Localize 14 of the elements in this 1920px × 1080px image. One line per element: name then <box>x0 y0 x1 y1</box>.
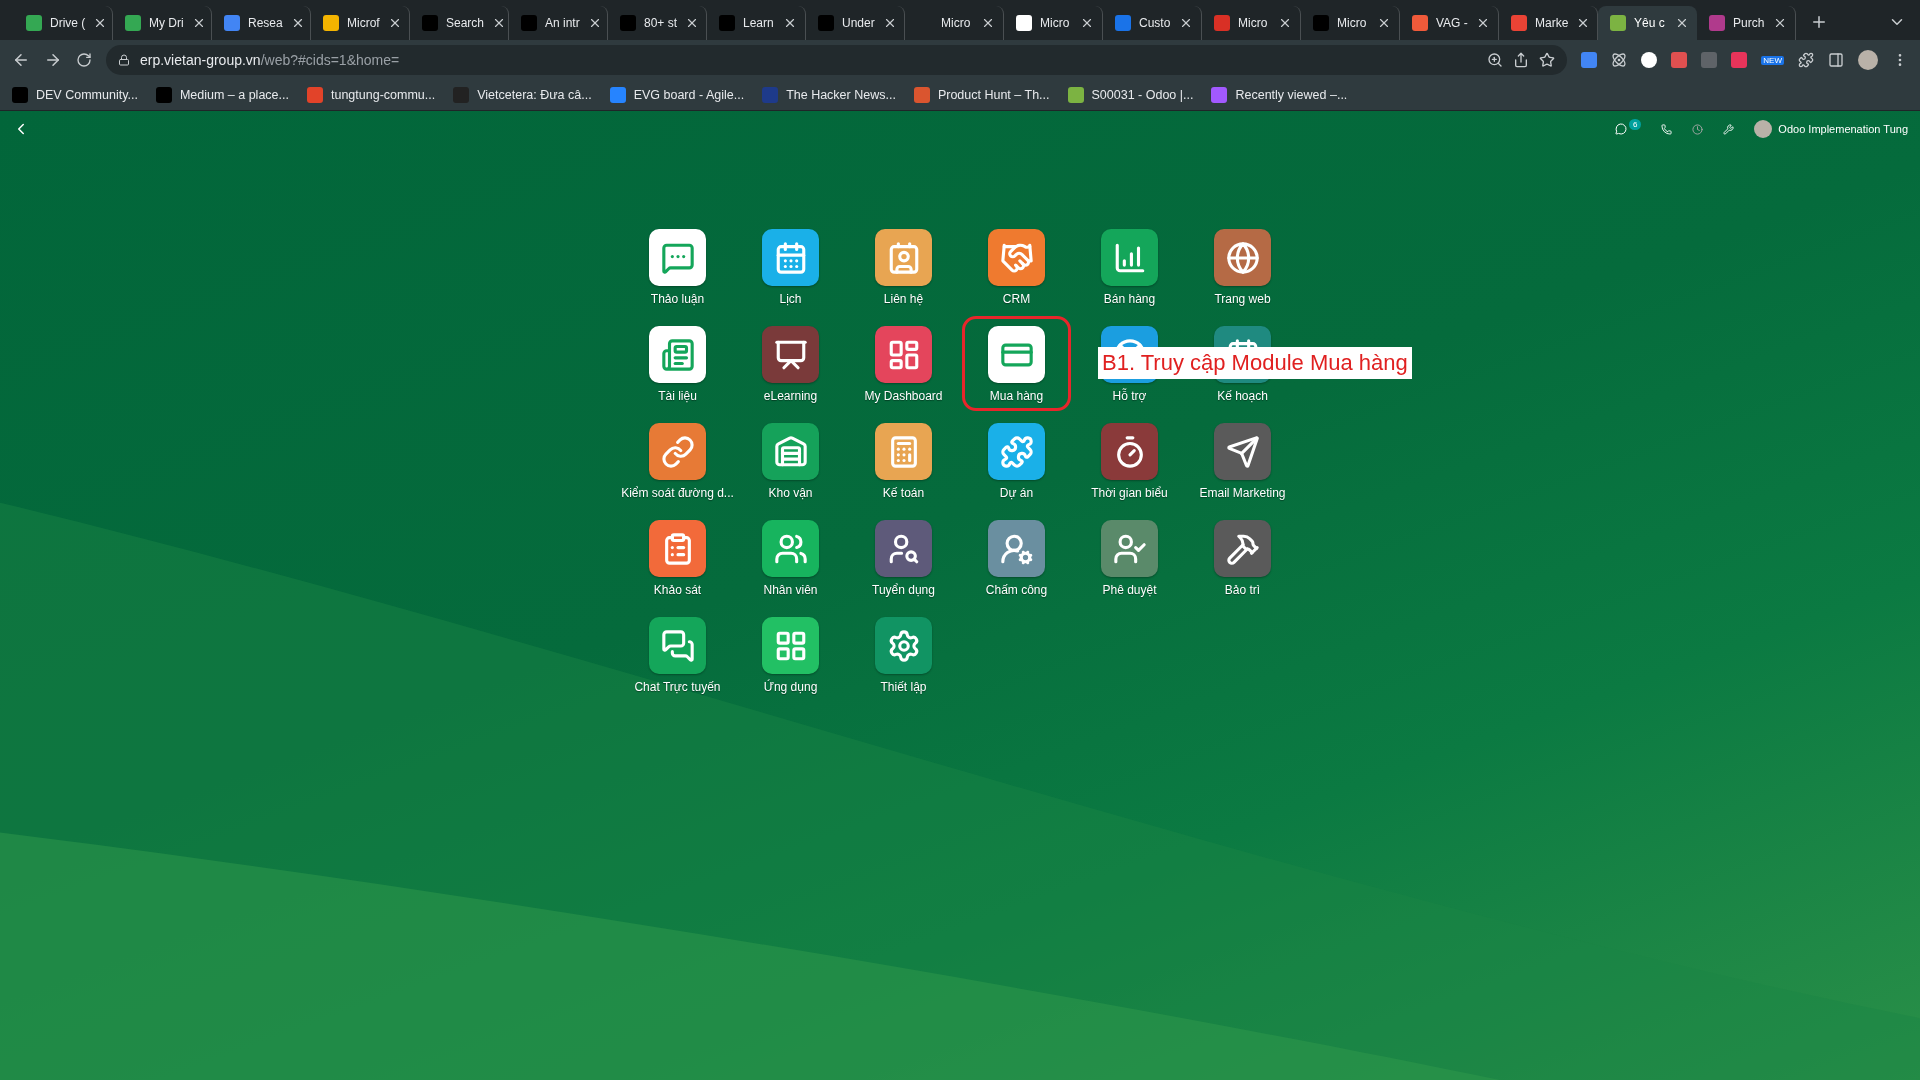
url-path: /web?#cids=1&home= <box>260 52 400 68</box>
bookmark-title: DEV Community... <box>36 88 138 102</box>
message-count: 6 <box>1628 118 1642 130</box>
bookmark-title: Product Hunt – Th... <box>937 88 1050 102</box>
bookmark-title: The Hacker News... <box>786 88 896 102</box>
bookmark-title: Medium – a place... <box>179 88 289 102</box>
new-badge: NEW <box>1761 55 1784 65</box>
bookmark-title: Recently viewed –... <box>1235 88 1348 102</box>
bookmark-title: tungtung-commu... <box>330 88 436 102</box>
bookmark-title: Vietcetera: Đưa câ... <box>477 88 592 102</box>
bookmark-title: EVG board - Agile... <box>633 88 745 102</box>
url-host: erp.vietan-group.vn <box>140 52 261 68</box>
bookmark-title: S00031 - Odoo |... <box>1091 88 1194 102</box>
annotation-tooltip: B1. Truy cập Module Mua hàng <box>1098 347 1412 379</box>
